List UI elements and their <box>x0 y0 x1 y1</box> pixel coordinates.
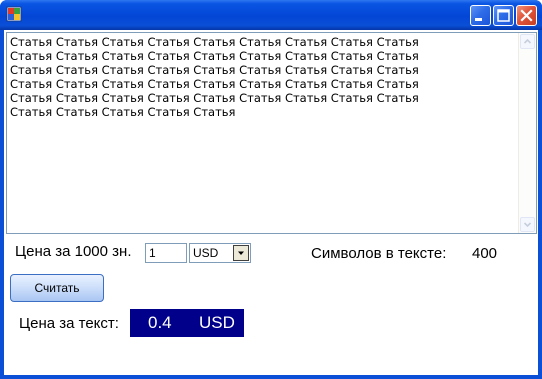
currency-select[interactable]: USD <box>189 243 251 263</box>
dropdown-arrow-icon <box>238 251 244 255</box>
scroll-down-icon <box>523 222 532 228</box>
total-price-currency: USD <box>199 313 235 332</box>
maximize-icon <box>497 9 510 22</box>
scroll-up-icon <box>523 38 532 44</box>
article-text[interactable]: Статья Статья Статья Статья Статья Стать… <box>10 35 515 119</box>
scroll-down-button[interactable] <box>520 217 535 232</box>
total-price-value: 0.4 <box>148 313 172 332</box>
total-price-display: 0.4 USD <box>130 309 244 337</box>
chars-count-value: 400 <box>472 245 498 262</box>
app-icon <box>6 6 22 22</box>
currency-dropdown-button[interactable] <box>233 245 249 261</box>
close-button[interactable] <box>516 5 537 26</box>
maximize-button[interactable] <box>493 5 514 26</box>
total-price-label: Цена за текст: <box>19 315 119 332</box>
minimize-button[interactable] <box>470 5 491 26</box>
minimize-icon <box>475 18 482 21</box>
calculate-button[interactable]: Считать <box>10 274 104 302</box>
client-area: Статья Статья Статья Статья Статья Стать… <box>4 30 538 375</box>
app-window: Статья Статья Статья Статья Статья Стать… <box>0 0 542 379</box>
chars-count-label: Символов в тексте: <box>311 245 447 262</box>
article-textbox[interactable]: Статья Статья Статья Статья Статья Стать… <box>6 32 537 234</box>
scroll-up-button[interactable] <box>520 34 535 49</box>
price-input[interactable]: 1 <box>145 243 187 263</box>
currency-value: USD <box>193 246 219 260</box>
title-bar[interactable] <box>0 0 542 30</box>
price-per-1000-label: Цена за 1000 зн. <box>15 243 132 260</box>
close-icon <box>520 9 533 22</box>
vertical-scrollbar[interactable] <box>518 33 536 233</box>
